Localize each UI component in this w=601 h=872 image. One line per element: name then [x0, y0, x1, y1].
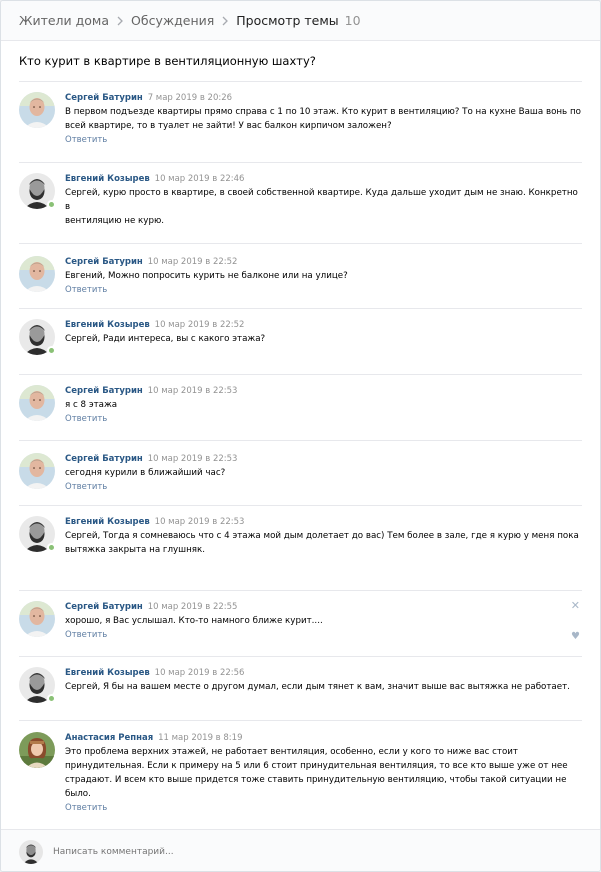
comment-body: Анастасия Репная 11 мар 2019 в 8:19 Это п… — [65, 731, 582, 813]
comment-body: Евгений Козырев 10 мар 2019 в 22:56 Серге… — [65, 666, 582, 694]
comment-item: Евгений Козырев 10 мар 2019 в 22:53 Серге… — [19, 505, 582, 590]
comment-header: Евгений Козырев 10 мар 2019 в 22:56 — [65, 666, 582, 680]
comment-header: Сергей Батурин 10 мар 2019 в 22:52 — [65, 255, 582, 269]
comment-body: Сергей Батурин 10 мар 2019 в 22:55 хорошо… — [65, 600, 582, 640]
reply-link[interactable]: Ответить — [65, 135, 107, 145]
comment-author[interactable]: Евгений Козырев — [65, 668, 150, 678]
comment-body: Сергей Батурин 7 мар 2019 в 20:26 В перво… — [65, 91, 582, 145]
comment-text: Сергей, Ради интереса, вы с какого этажа… — [65, 334, 266, 344]
comment-text: Сергей, курю просто в квартире, в своей … — [65, 188, 578, 212]
comment-text: всей квартире, то в туалет не зайти! У в… — [65, 121, 392, 131]
author-avatar[interactable] — [19, 732, 55, 768]
comment-date[interactable]: 10 мар 2019 в 22:53 — [155, 517, 245, 527]
comment-body: Сергей Батурин 10 мар 2019 в 22:53 я с 8 … — [65, 384, 582, 424]
reply-link[interactable]: Ответить — [65, 630, 107, 640]
reply-link[interactable]: Ответить — [65, 803, 107, 813]
breadcrumb-current: Просмотр темы — [236, 13, 339, 28]
comment-date[interactable]: 10 мар 2019 в 22:56 — [155, 668, 245, 678]
comment-date[interactable]: 7 мар 2019 в 20:26 — [148, 93, 232, 103]
comment-item: Сергей Батурин 10 мар 2019 в 22:52 Евгени… — [19, 243, 582, 308]
comment-date[interactable]: 10 мар 2019 в 22:52 — [148, 257, 238, 267]
author-avatar[interactable] — [19, 256, 55, 292]
chevron-right-icon — [222, 16, 229, 26]
comment-body: Сергей Батурин 10 мар 2019 в 22:52 Евгени… — [65, 255, 582, 295]
comment-body: Евгений Козырев 10 мар 2019 в 22:46 Серге… — [65, 172, 582, 228]
breadcrumb: Жители дома Обсуждения Просмотр темы 10 — [1, 1, 600, 41]
author-avatar[interactable] — [19, 601, 55, 637]
reply-link[interactable]: Ответить — [65, 414, 107, 424]
heart-icon[interactable]: ♥ — [571, 631, 580, 642]
comment-text: Евгений, Можно попросить курить не балко… — [65, 271, 348, 281]
chevron-right-icon — [117, 16, 123, 26]
comment-author[interactable]: Евгений Козырев — [65, 320, 150, 330]
reply-link[interactable]: Ответить — [65, 285, 107, 295]
comment-text: вентиляцию не курю. — [65, 216, 165, 226]
comment-item: Сергей Батурин 10 мар 2019 в 22:53 сегодн… — [19, 440, 582, 505]
online-status-icon — [47, 200, 56, 209]
comment-header: Сергей Батурин 10 мар 2019 в 22:55 — [65, 600, 582, 614]
comment-item: Сергей Батурин 7 мар 2019 в 20:26 В перво… — [19, 82, 582, 162]
comment-text: Сергей, Я бы на вашем месте о другом дум… — [65, 682, 570, 692]
comment-item: Анастасия Репная 11 мар 2019 в 8:19 Это п… — [19, 720, 582, 829]
breadcrumb-link-residents[interactable]: Жители дома — [19, 13, 109, 28]
comment-author[interactable]: Евгений Козырев — [65, 174, 150, 184]
comment-text: Сергей, Тогда я сомневаюсь что с 4 этажа… — [65, 531, 579, 541]
close-icon[interactable]: ✕ — [571, 599, 580, 612]
comment-header: Сергей Батурин 7 мар 2019 в 20:26 — [65, 91, 582, 105]
comment-body: Евгений Козырев 10 мар 2019 в 22:52 Серге… — [65, 318, 582, 346]
comment-author[interactable]: Анастасия Репная — [65, 733, 153, 743]
online-status-icon — [47, 694, 56, 703]
comment-date[interactable]: 10 мар 2019 в 22:53 — [148, 454, 238, 464]
comment-text: вытяжка закрыта на глушняк. — [65, 545, 206, 555]
author-avatar[interactable] — [19, 453, 55, 489]
comment-header: Евгений Козырев 10 мар 2019 в 22:46 — [65, 172, 582, 186]
topic-title: Кто курит в квартире в вентиляционную ша… — [19, 54, 316, 68]
online-status-icon — [47, 346, 56, 355]
reply-link[interactable]: Ответить — [65, 482, 107, 492]
comment-item: Евгений Козырев 10 мар 2019 в 22:52 Серге… — [19, 308, 582, 374]
comment-author[interactable]: Сергей Батурин — [65, 602, 143, 612]
comment-author[interactable]: Сергей Батурин — [65, 257, 143, 267]
comment-text: Это проблема верхних этажей, не работает… — [65, 747, 518, 757]
comment-author[interactable]: Сергей Батурин — [65, 386, 143, 396]
comment-header: Анастасия Репная 11 мар 2019 в 8:19 — [65, 731, 582, 745]
comment-date[interactable]: 10 мар 2019 в 22:53 — [148, 386, 238, 396]
comment-text: страдают. И всем кто выше придется тоже … — [65, 775, 567, 785]
comment-header: Евгений Козырев 10 мар 2019 в 22:53 — [65, 515, 582, 529]
author-avatar[interactable] — [19, 92, 55, 128]
comment-count: 10 — [344, 13, 361, 28]
comment-item: Евгений Козырев 10 мар 2019 в 22:46 Серге… — [19, 162, 582, 243]
comment-date[interactable]: 10 мар 2019 в 22:52 — [155, 320, 245, 330]
comment-text: я с 8 этажа — [65, 400, 118, 410]
comment-header: Сергей Батурин 10 мар 2019 в 22:53 — [65, 384, 582, 398]
comment-header: Евгений Козырев 10 мар 2019 в 22:52 — [65, 318, 582, 332]
comment-input[interactable] — [53, 846, 553, 857]
comment-text: хорошо, я Вас услышал. Кто-то намного бл… — [65, 616, 323, 626]
comment-text: В первом подъезде квартиры прямо справа … — [65, 107, 581, 117]
current-user-avatar — [19, 839, 43, 864]
comment-body: Евгений Козырев 10 мар 2019 в 22:53 Серге… — [65, 515, 582, 557]
comment-body: Сергей Батурин 10 мар 2019 в 22:53 сегодн… — [65, 452, 582, 492]
comment-header: Сергей Батурин 10 мар 2019 в 22:53 — [65, 452, 582, 466]
comment-item: Сергей Батурин 10 мар 2019 в 22:55 хорошо… — [19, 590, 582, 656]
online-status-icon — [47, 543, 56, 552]
author-avatar[interactable] — [19, 385, 55, 421]
comment-text: сегодня курили в ближайший час? — [65, 468, 226, 478]
topic-page: Жители дома Обсуждения Просмотр темы 10 … — [0, 0, 601, 872]
comment-author[interactable]: Сергей Батурин — [65, 454, 143, 464]
comment-date[interactable]: 10 мар 2019 в 22:55 — [148, 602, 238, 612]
comment-text: было. — [65, 789, 91, 799]
comment-author[interactable]: Сергей Батурин — [65, 93, 143, 103]
comment-composer — [1, 829, 600, 871]
comment-text: принудительная. Если к примеру на 5 или … — [65, 761, 568, 771]
comment-item: Евгений Козырев 10 мар 2019 в 22:56 Серге… — [19, 656, 582, 720]
comment-date[interactable]: 11 мар 2019 в 8:19 — [158, 733, 242, 743]
comment-author[interactable]: Евгений Козырев — [65, 517, 150, 527]
breadcrumb-link-discussions[interactable]: Обсуждения — [131, 13, 214, 28]
comment-item: Сергей Батурин 10 мар 2019 в 22:53 я с 8 … — [19, 374, 582, 440]
comment-date[interactable]: 10 мар 2019 в 22:46 — [155, 174, 245, 184]
